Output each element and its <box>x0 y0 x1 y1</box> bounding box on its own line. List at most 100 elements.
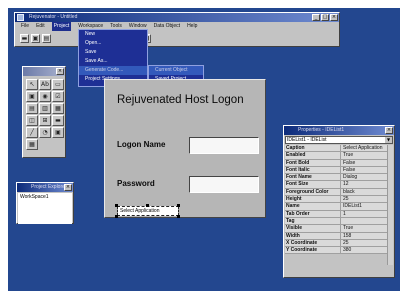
data-tool[interactable]: ▦ <box>26 139 38 150</box>
button-tool[interactable]: ▬ <box>52 115 64 126</box>
property-row[interactable]: Visible True <box>285 225 393 233</box>
property-name: Font Italic <box>285 166 341 174</box>
desktop: Rejuvenator - Untitled _ □ × File Edit P… <box>8 8 400 291</box>
table-tool[interactable]: ⊞ <box>39 115 51 126</box>
properties-scrollbar[interactable] <box>387 145 393 265</box>
submenu-item-current-object[interactable]: Current Object <box>149 66 203 75</box>
toolbox-grid: ↖ Ab ▭ ▣ ◉ ☑ ▤ ▥ ▦ ◫ ⊞ ▬ ╱ ◔ ▣ ▦ <box>23 76 65 150</box>
property-value[interactable]: 380 <box>341 247 393 253</box>
workspace-item[interactable]: WorkSpace1 <box>20 194 70 200</box>
property-row[interactable]: Font Italic False <box>285 166 393 175</box>
property-name: Name <box>285 203 341 210</box>
property-name: Font Size <box>285 181 341 188</box>
checkbox-tool[interactable]: ☑ <box>52 91 64 102</box>
frame-tool[interactable]: ▭ <box>52 79 64 90</box>
menu-data-object[interactable]: Data Object <box>154 22 180 31</box>
property-row[interactable]: Font Name Dialog <box>285 174 393 182</box>
property-value[interactable]: 12 <box>341 181 393 187</box>
logon-name-label: Logon Name <box>117 140 166 149</box>
panel-tool[interactable]: ◫ <box>26 115 38 126</box>
selection-handle[interactable] <box>115 215 118 218</box>
main-window-titlebar[interactable]: Rejuvenator - Untitled _ □ × <box>15 13 339 22</box>
open-project-button[interactable]: ▣ <box>31 33 40 43</box>
property-row[interactable]: Name IDEList1 <box>285 203 393 211</box>
property-name: Tag <box>285 217 341 225</box>
property-row[interactable]: Font Bold False <box>285 159 393 167</box>
object-selector[interactable]: IDEList1 - IDEList ▼ <box>285 136 393 144</box>
menu-help[interactable]: Help <box>187 22 197 31</box>
property-name: Height <box>285 196 341 203</box>
properties-titlebar[interactable]: Properties - IDEList1 × <box>284 126 394 135</box>
close-button[interactable]: × <box>330 14 338 21</box>
combobox-tool[interactable]: ▥ <box>39 103 51 114</box>
toolbar: ▬ ▣ ▤ ▦ ■ ▸ ■ <box>15 31 339 45</box>
toolbox-titlebar[interactable]: × <box>23 67 65 76</box>
menu-item-generate-code[interactable]: Generate Code... <box>79 66 147 75</box>
radio-tool[interactable]: ◉ <box>39 91 51 102</box>
pointer-tool[interactable]: ↖ <box>26 79 38 90</box>
property-name: Caption <box>285 145 341 152</box>
property-row[interactable]: Y Coordinate 380 <box>285 247 393 255</box>
property-value[interactable]: black <box>341 189 393 195</box>
property-value[interactable]: Dialog <box>341 174 393 180</box>
property-value[interactable]: True <box>341 152 393 158</box>
property-row[interactable]: Enabled True <box>285 152 393 160</box>
menu-project[interactable]: Project <box>51 22 72 31</box>
form-designer: Rejuvenated Host Logon Logon Name Passwo… <box>104 79 266 218</box>
save-project-button[interactable]: ▤ <box>42 33 51 43</box>
properties-title: Properties - IDEList1 <box>298 127 345 133</box>
property-value[interactable]: IDEList1 <box>341 203 393 209</box>
toolbox-close-button[interactable]: × <box>56 68 64 75</box>
textbox-tool[interactable]: ▣ <box>26 91 38 102</box>
property-value[interactable]: Select Application <box>341 145 393 151</box>
minimize-button[interactable]: _ <box>312 14 320 21</box>
maximize-button[interactable]: □ <box>321 14 329 21</box>
shape-tool[interactable]: ◔ <box>39 127 51 138</box>
menu-edit[interactable]: Edit <box>36 22 45 31</box>
property-name: Font Bold <box>285 159 341 166</box>
property-row[interactable]: Font Size 12 <box>285 181 393 189</box>
property-name: Enabled <box>285 152 341 159</box>
line-tool[interactable]: ╱ <box>26 127 38 138</box>
property-value[interactable]: False <box>341 167 393 173</box>
select-application-control[interactable]: Select Application <box>117 206 179 216</box>
property-value[interactable]: 158 <box>341 233 393 239</box>
properties-close-button[interactable]: × <box>385 127 393 134</box>
menu-item-save-as[interactable]: Save As... <box>79 57 147 66</box>
property-value[interactable]: 25 <box>341 240 393 246</box>
new-project-button[interactable]: ▬ <box>20 33 29 43</box>
selection-handle[interactable] <box>146 204 149 207</box>
menu-file[interactable]: File <box>21 22 29 31</box>
grid-tool[interactable]: ▦ <box>52 103 64 114</box>
property-row[interactable]: Tab Order 1 <box>285 210 393 218</box>
password-field[interactable] <box>189 176 259 193</box>
menu-item-save[interactable]: Save <box>79 48 147 57</box>
property-value[interactable] <box>341 218 393 224</box>
listbox-tool[interactable]: ▤ <box>26 103 38 114</box>
property-row[interactable]: Caption Select Application <box>285 145 393 153</box>
property-row[interactable]: Foreground Color black <box>285 188 393 197</box>
main-window-title: Rejuvenator - Untitled <box>29 14 78 20</box>
property-value[interactable]: 25 <box>341 196 393 202</box>
property-row[interactable]: Tag <box>285 217 393 226</box>
property-row[interactable]: Height 25 <box>285 196 393 204</box>
chevron-down-icon[interactable]: ▼ <box>385 137 392 143</box>
property-value[interactable]: True <box>341 225 393 231</box>
property-value[interactable]: False <box>341 160 393 166</box>
project-explorer-titlebar[interactable]: Project Explorer × <box>17 183 73 192</box>
password-label: Password <box>117 179 155 188</box>
project-explorer-close-button[interactable]: × <box>64 184 72 191</box>
label-tool[interactable]: Ab <box>39 79 51 90</box>
property-name: Visible <box>285 225 341 232</box>
property-value[interactable]: 1 <box>341 211 393 217</box>
selection-handle[interactable] <box>177 215 180 218</box>
selection-handle[interactable] <box>115 204 118 207</box>
logon-name-field[interactable] <box>189 137 259 154</box>
property-row[interactable]: Width 158 <box>285 232 393 240</box>
main-window: Rejuvenator - Untitled _ □ × File Edit P… <box>14 12 340 47</box>
selection-handle[interactable] <box>177 204 180 207</box>
image-tool[interactable]: ▣ <box>52 127 64 138</box>
property-row[interactable]: X Coordinate 25 <box>285 239 393 248</box>
menu-item-new[interactable]: New <box>79 30 147 39</box>
menu-item-open[interactable]: Open... <box>79 39 147 48</box>
